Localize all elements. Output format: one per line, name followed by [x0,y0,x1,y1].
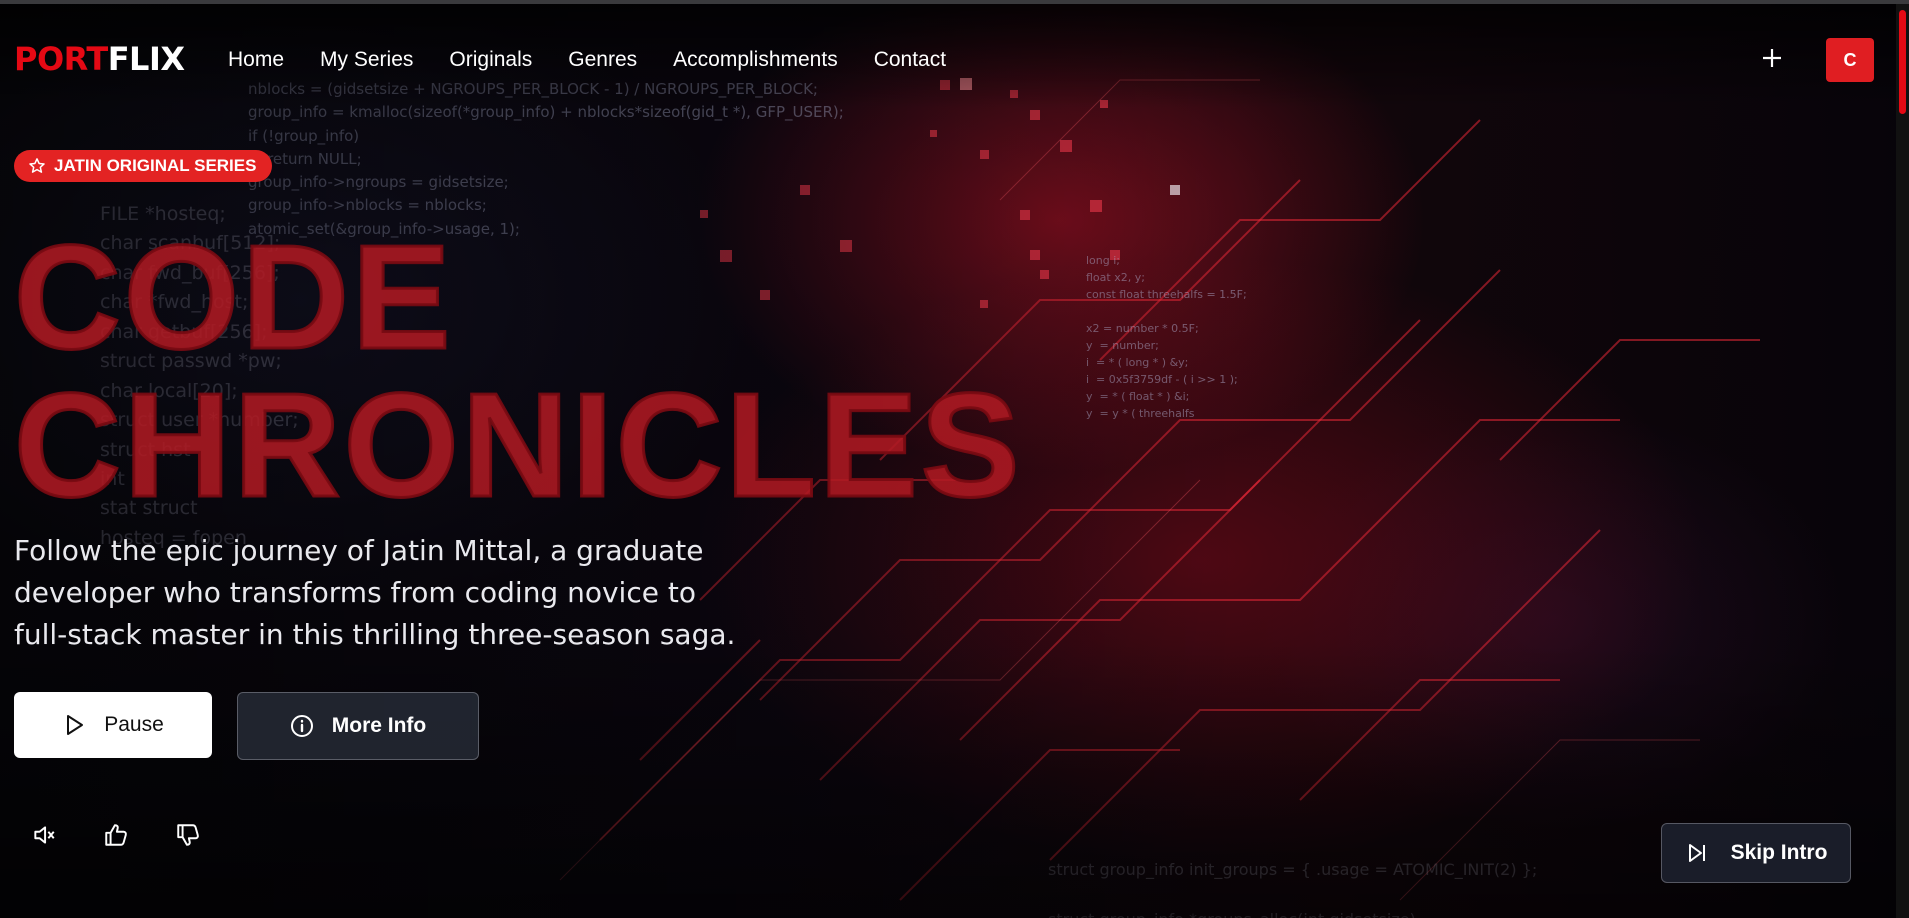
logo-port-text: PORT [14,40,108,78]
hero-description: Follow the epic journey of Jatin Mittal,… [14,534,736,651]
skip-intro-button[interactable]: Skip Intro [1661,823,1851,883]
play-icon [67,715,84,735]
thumbs-down-icon[interactable] [171,818,205,852]
skip-intro-label: Skip Intro [1730,841,1828,864]
nav-accomplishments[interactable]: Accomplishments [673,48,838,72]
nav-my-series[interactable]: My Series [320,48,413,72]
top-navbar: PORTFLIX Home My Series Originals Genres… [0,4,1909,108]
pause-button[interactable]: Pause [14,692,212,758]
hero-title-line2: CHRONICLES [12,363,1023,528]
app-page: nblocks = (gidsetsize + NGROUPS_PER_BLOC… [0,0,1909,918]
hero-title: CODE CHRONICLES [12,215,1023,528]
hero-title-line1: CODE [12,215,454,380]
thumbs-up-icon[interactable] [99,818,133,852]
scrollbar-thumb[interactable] [1899,10,1906,114]
scrollbar-track[interactable] [1896,4,1909,918]
nav-home[interactable]: Home [228,48,284,72]
volume-mute-icon[interactable] [27,818,61,852]
nav-originals[interactable]: Originals [449,48,532,72]
nav-genres[interactable]: Genres [568,48,637,72]
pause-button-label: Pause [104,713,164,736]
plus-icon[interactable] [1757,40,1787,76]
avatar[interactable]: C [1826,38,1874,82]
badge-label: JATIN ORIGINAL SERIES [54,156,257,175]
logo-flix-text: FLIX [107,40,185,78]
star-icon [29,158,45,173]
info-icon [290,715,313,737]
main-nav: Home My Series Originals Genres Accompli… [228,48,982,72]
portflix-logo[interactable]: PORTFLIX [14,40,185,78]
nav-contact[interactable]: Contact [874,48,946,72]
original-series-badge: JATIN ORIGINAL SERIES [14,150,273,182]
skip-forward-icon [1688,844,1705,862]
more-info-button[interactable]: More Info [237,692,479,760]
more-info-button-label: More Info [331,714,427,737]
